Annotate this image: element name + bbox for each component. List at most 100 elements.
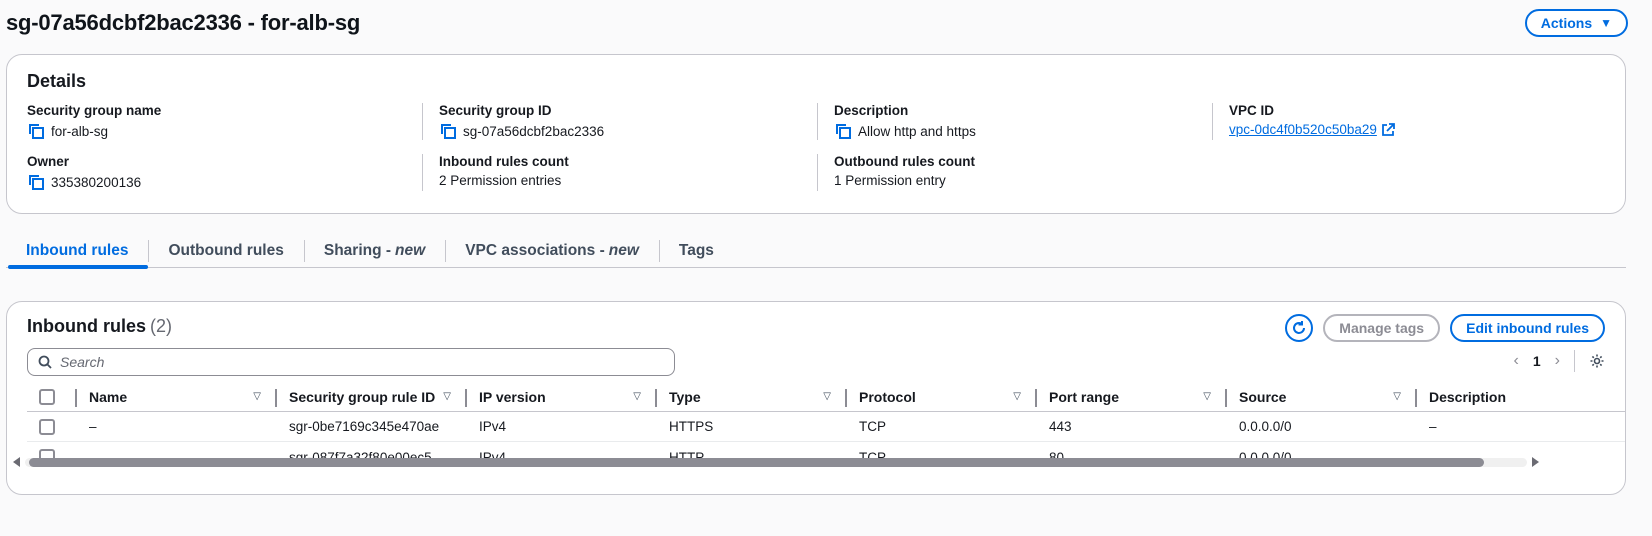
- details-grid: Security group name for-alb-sg Security …: [27, 103, 1607, 191]
- sort-icon: ▽: [1393, 391, 1401, 402]
- inbound-rules-panel: Inbound rules (2) Manage tags Edit inboun…: [6, 301, 1626, 495]
- tab-label: Inbound rules: [26, 242, 129, 259]
- column-header-port-range[interactable]: Port range ▽: [1035, 382, 1225, 411]
- page-title: sg-07a56dcbf2bac2336 - for-alb-sg: [6, 10, 361, 35]
- sort-icon: ▽: [1013, 391, 1021, 402]
- detail-label: Security group name: [27, 103, 162, 118]
- scroll-left-icon[interactable]: [13, 457, 20, 467]
- row-checkbox[interactable]: [39, 418, 55, 435]
- copy-icon[interactable]: [439, 122, 457, 140]
- cell-rule-id: sgr-0be7169c345e470ae: [289, 419, 440, 434]
- page-header: sg-07a56dcbf2bac2336 - for-alb-sg Action…: [6, 8, 1628, 38]
- tab-outbound-rules[interactable]: Outbound rules: [148, 234, 303, 268]
- column-label: Description: [1429, 388, 1507, 405]
- sort-icon: ▽: [443, 391, 451, 402]
- scrollbar-thumb[interactable]: [29, 458, 1484, 467]
- column-label: Security group rule ID: [289, 388, 436, 405]
- select-all-cell: [27, 382, 75, 411]
- column-label: Type: [669, 388, 701, 405]
- manage-tags-button[interactable]: Manage tags: [1323, 314, 1441, 342]
- detail-sg-name: Security group name for-alb-sg: [27, 103, 422, 140]
- detail-label: VPC ID: [1229, 103, 1275, 118]
- refresh-button[interactable]: [1285, 314, 1314, 342]
- select-all-checkbox[interactable]: [39, 388, 55, 405]
- details-panel: Details Security group name for-alb-sg S…: [6, 54, 1626, 214]
- chevron-right-icon[interactable]: ›: [1555, 352, 1560, 370]
- detail-owner: Owner 335380200136: [27, 154, 422, 191]
- scroll-right-icon[interactable]: [1532, 457, 1539, 467]
- sort-icon: ▽: [253, 391, 261, 402]
- rules-title-text: Inbound rules: [27, 316, 146, 336]
- tab-new-badge: new: [395, 242, 426, 259]
- horizontal-scrollbar[interactable]: [11, 455, 1541, 469]
- external-link-icon[interactable]: [1381, 122, 1395, 137]
- sort-icon: ▽: [1203, 391, 1211, 402]
- column-label: Name: [89, 388, 128, 405]
- detail-label: Inbound rules count: [439, 154, 569, 169]
- cell-name: –: [89, 419, 97, 434]
- column-header-ip-version[interactable]: IP version ▽: [465, 382, 655, 411]
- copy-icon[interactable]: [27, 173, 45, 191]
- chevron-left-icon[interactable]: ‹: [1514, 352, 1519, 370]
- tab-bar: Inbound rules Outbound rules Sharing - ne…: [6, 234, 1626, 269]
- detail-value: 2 Permission entries: [439, 173, 562, 188]
- detail-value: for-alb-sg: [51, 123, 109, 139]
- copy-icon[interactable]: [27, 122, 45, 140]
- detail-outbound-count: Outbound rules count 1 Permission entry: [817, 154, 1212, 191]
- column-header-type[interactable]: Type ▽: [655, 382, 845, 411]
- cell-type: HTTPS: [669, 419, 714, 434]
- tab-tags[interactable]: Tags: [658, 234, 734, 268]
- column-header-protocol[interactable]: Protocol ▽: [845, 382, 1035, 411]
- detail-label: Outbound rules count: [834, 154, 975, 169]
- table-row[interactable]: – sgr-0be7169c345e470ae IPv4 HTTPS TCP 4…: [27, 412, 1625, 442]
- tab-label: Sharing -: [323, 242, 392, 259]
- column-header-name[interactable]: Name ▽: [75, 382, 275, 411]
- column-label: Protocol: [859, 388, 916, 405]
- tab-label: VPC associations -: [465, 242, 605, 259]
- settings-gear-icon[interactable]: [1589, 353, 1605, 369]
- search-input[interactable]: [60, 354, 674, 370]
- column-label: IP version: [479, 388, 546, 405]
- rules-actions: Manage tags Edit inbound rules: [1285, 314, 1605, 342]
- column-label: Port range: [1049, 388, 1120, 405]
- tab-sharing[interactable]: Sharing - new: [303, 234, 445, 268]
- rules-title: Inbound rules (2): [27, 316, 172, 337]
- detail-value: sg-07a56dcbf2bac2336: [463, 123, 605, 139]
- tab-label: Tags: [678, 242, 714, 259]
- vpc-link[interactable]: vpc-0dc4f0b520c50ba29: [1229, 122, 1377, 137]
- cell-description: –: [1429, 419, 1437, 434]
- detail-label: Description: [834, 103, 909, 118]
- column-header-source[interactable]: Source ▽: [1225, 382, 1415, 411]
- detail-value: Allow http and https: [858, 123, 976, 139]
- tab-inbound-rules[interactable]: Inbound rules: [6, 234, 149, 269]
- detail-label: Owner: [27, 154, 70, 169]
- refresh-icon: [1293, 321, 1306, 334]
- cell-port-range: 443: [1049, 419, 1072, 434]
- caret-down-icon: ▼: [1600, 16, 1612, 30]
- detail-value: 1 Permission entry: [834, 173, 946, 188]
- detail-label: Security group ID: [439, 103, 552, 118]
- search-icon: [38, 355, 52, 369]
- cell-ip-version: IPv4: [479, 419, 507, 434]
- rules-count: (2): [150, 316, 172, 336]
- pagination: ‹ 1 ›: [1514, 350, 1605, 372]
- detail-description: Description Allow http and https: [817, 103, 1212, 140]
- tab-label: Outbound rules: [168, 242, 284, 259]
- actions-button[interactable]: Actions ▼: [1524, 9, 1628, 37]
- cell-source: 0.0.0.0/0: [1239, 419, 1292, 434]
- tab-new-badge: new: [608, 242, 639, 259]
- copy-icon[interactable]: [834, 122, 852, 140]
- column-header-rule-id[interactable]: Security group rule ID ▽: [275, 382, 465, 411]
- page-number[interactable]: 1: [1533, 353, 1541, 369]
- cell-protocol: TCP: [859, 419, 886, 434]
- sort-icon: ▽: [633, 391, 641, 402]
- tab-vpc-associations[interactable]: VPC associations - new: [445, 234, 659, 268]
- search-box: [27, 348, 675, 376]
- pagination-divider: [1574, 350, 1575, 372]
- details-title: Details: [27, 71, 87, 91]
- detail-inbound-count: Inbound rules count 2 Permission entries: [422, 154, 817, 191]
- edit-inbound-rules-button[interactable]: Edit inbound rules: [1450, 314, 1605, 342]
- detail-vpc-id: VPC ID vpc-0dc4f0b520c50ba29: [1212, 103, 1607, 140]
- column-header-description[interactable]: Description: [1415, 382, 1625, 411]
- detail-sg-id: Security group ID sg-07a56dcbf2bac2336: [422, 103, 817, 140]
